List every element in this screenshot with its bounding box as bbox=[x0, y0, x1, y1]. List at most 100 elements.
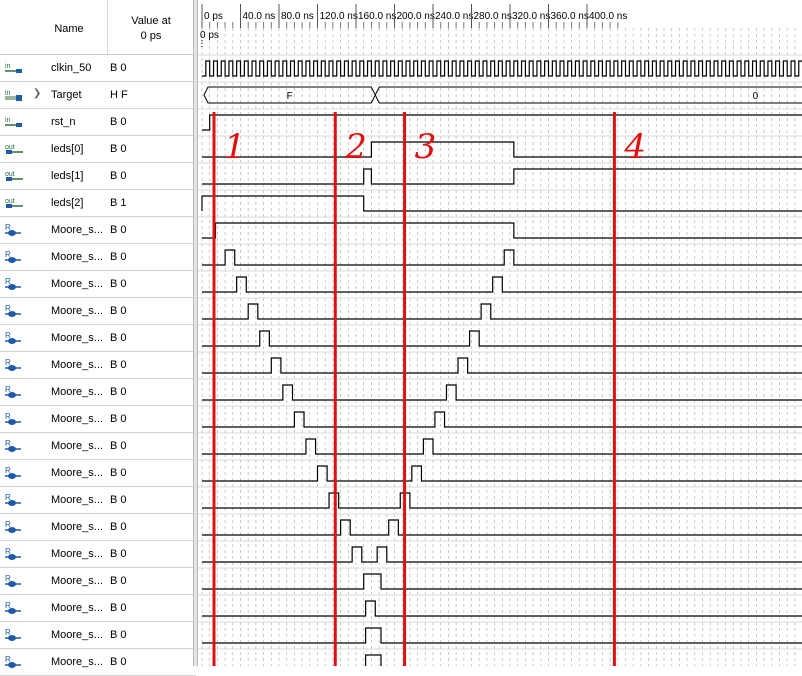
output-pin-icon: out bbox=[4, 169, 24, 183]
signal-row[interactable]: R Moore_s... B 0 bbox=[0, 325, 196, 352]
signal-value: B 0 bbox=[110, 305, 127, 317]
signal-row[interactable]: R Moore_s... B 0 bbox=[0, 622, 196, 649]
annotation-marker-label: 1 bbox=[224, 127, 246, 167]
waveform-trace[interactable] bbox=[202, 222, 802, 239]
waveform-trace[interactable] bbox=[202, 600, 802, 617]
register-icon: R bbox=[4, 385, 24, 399]
signal-row[interactable]: R Moore_s... B 0 bbox=[0, 487, 196, 514]
time-tick-label: 200.0 ns bbox=[397, 11, 435, 22]
time-tick-label: 0 ps bbox=[204, 11, 223, 22]
input-pin-icon: in bbox=[4, 61, 24, 75]
waveform-trace[interactable] bbox=[202, 492, 802, 509]
signal-row[interactable]: in rst_n B 0 bbox=[0, 109, 196, 136]
expand-chevron-icon[interactable]: ❯ bbox=[33, 88, 41, 99]
register-icon: R bbox=[4, 223, 24, 237]
input-bus-icon: in bbox=[4, 88, 24, 102]
signal-row[interactable]: R Moore_s... B 0 bbox=[0, 433, 196, 460]
signal-value: B 0 bbox=[110, 467, 127, 479]
signal-row[interactable]: R Moore_s... B 0 bbox=[0, 406, 196, 433]
waveform-canvas[interactable]: 0 ps 40.0 ns 80.0 ns 120.0 ns 160.0 ns 200.0 … bbox=[198, 0, 802, 666]
signal-name: leds[1] bbox=[51, 170, 84, 182]
annotation-marker-label: 4 bbox=[623, 127, 646, 167]
signal-row[interactable]: R Moore_s... B 0 bbox=[0, 541, 196, 568]
waveform-trace[interactable] bbox=[202, 546, 802, 563]
signal-value: H F bbox=[110, 89, 128, 101]
waveform-trace[interactable] bbox=[202, 384, 802, 401]
register-icon: R bbox=[4, 655, 24, 669]
signal-name: Moore_s... bbox=[51, 602, 103, 614]
signal-name-panel: Name Value at 0 ps in clkin_50 B 0 in ❯ Targe… bbox=[0, 0, 196, 676]
signal-name: rst_n bbox=[51, 116, 76, 128]
register-icon: R bbox=[4, 439, 24, 453]
signal-value: B 0 bbox=[110, 332, 127, 344]
time-tick-label: 240.0 ns bbox=[435, 11, 473, 22]
signal-row[interactable]: out leds[1] B 0 bbox=[0, 163, 196, 190]
register-icon: R bbox=[4, 412, 24, 426]
time-tick-label: 280.0 ns bbox=[474, 11, 512, 22]
signal-row[interactable]: R Moore_s... B 0 bbox=[0, 568, 196, 595]
waveform-trace[interactable] bbox=[202, 60, 802, 77]
value-column-header[interactable]: Value at 0 ps bbox=[108, 14, 194, 44]
signal-value: B 0 bbox=[110, 548, 127, 560]
signal-row[interactable]: R Moore_s... B 0 bbox=[0, 271, 196, 298]
register-icon: R bbox=[4, 520, 24, 534]
signal-row[interactable]: R Moore_s... B 0 bbox=[0, 217, 196, 244]
name-column-header[interactable]: Name bbox=[30, 23, 108, 35]
time-tick-label: 40.0 ns bbox=[243, 11, 276, 22]
signal-name: Moore_s... bbox=[51, 332, 103, 344]
bus-value-label: 0 bbox=[753, 91, 759, 102]
waveform-panel[interactable]: 0 ps 40.0 ns 80.0 ns 120.0 ns 160.0 ns 200.0 … bbox=[198, 0, 802, 666]
signal-value: B 0 bbox=[110, 170, 127, 182]
signal-value: B 1 bbox=[110, 197, 127, 209]
value-header-line2: 0 ps bbox=[140, 30, 162, 42]
register-icon: R bbox=[4, 493, 24, 507]
time-tick-label: 120.0 ns bbox=[320, 11, 358, 22]
output-pin-icon: out bbox=[4, 196, 24, 210]
signal-row[interactable]: out leds[0] B 0 bbox=[0, 136, 196, 163]
time-tick-label: 360.0 ns bbox=[551, 11, 589, 22]
signal-row[interactable]: R Moore_s... B 0 bbox=[0, 298, 196, 325]
annotation-marker-label: 2 bbox=[344, 127, 367, 167]
register-icon: R bbox=[4, 304, 24, 318]
signal-row[interactable]: in clkin_50 B 0 bbox=[0, 55, 196, 82]
signal-row[interactable]: R Moore_s... B 0 bbox=[0, 352, 196, 379]
signal-row[interactable]: R Moore_s... B 0 bbox=[0, 595, 196, 622]
annotation-marker-label: 3 bbox=[415, 127, 437, 167]
signal-name: Moore_s... bbox=[51, 413, 103, 425]
signal-name: Moore_s... bbox=[51, 494, 103, 506]
signal-name: Moore_s... bbox=[51, 386, 103, 398]
signal-row[interactable]: R Moore_s... B 0 bbox=[0, 649, 196, 676]
bus-segment[interactable] bbox=[374, 86, 802, 104]
signal-row[interactable]: out leds[2] B 1 bbox=[0, 190, 196, 217]
cursor-time-label: 0 ps bbox=[200, 30, 219, 41]
signal-row[interactable]: R Moore_s... B 0 bbox=[0, 244, 196, 271]
register-icon: R bbox=[4, 628, 24, 642]
register-icon: R bbox=[4, 277, 24, 291]
signal-name: clkin_50 bbox=[51, 62, 92, 74]
signal-name: Moore_s... bbox=[51, 359, 103, 371]
svg-text:out: out bbox=[5, 144, 15, 151]
waveform-trace[interactable] bbox=[202, 276, 802, 293]
waveform-trace[interactable] bbox=[202, 168, 802, 185]
register-icon: R bbox=[4, 601, 24, 615]
waveform-trace[interactable] bbox=[202, 438, 802, 455]
signal-row[interactable]: R Moore_s... B 0 bbox=[0, 379, 196, 406]
svg-text:in: in bbox=[5, 63, 11, 70]
signal-value: B 0 bbox=[110, 575, 127, 587]
signal-value: B 0 bbox=[110, 143, 127, 155]
signal-row[interactable]: R Moore_s... B 0 bbox=[0, 460, 196, 487]
signal-value: B 0 bbox=[110, 602, 127, 614]
waveform-trace[interactable] bbox=[202, 330, 802, 347]
signal-value: B 0 bbox=[110, 494, 127, 506]
signal-value: B 0 bbox=[110, 116, 127, 128]
signal-row[interactable]: in ❯ Target H F bbox=[0, 82, 196, 109]
signal-row[interactable]: R Moore_s... B 0 bbox=[0, 514, 196, 541]
time-tick-label: 160.0 ns bbox=[358, 11, 396, 22]
register-icon: R bbox=[4, 358, 24, 372]
signal-value: B 0 bbox=[110, 278, 127, 290]
signal-name: Moore_s... bbox=[51, 251, 103, 263]
waveform-trace[interactable] bbox=[202, 114, 802, 131]
svg-text:in: in bbox=[5, 117, 11, 124]
signal-name: Moore_s... bbox=[51, 521, 103, 533]
signal-value: B 0 bbox=[110, 386, 127, 398]
